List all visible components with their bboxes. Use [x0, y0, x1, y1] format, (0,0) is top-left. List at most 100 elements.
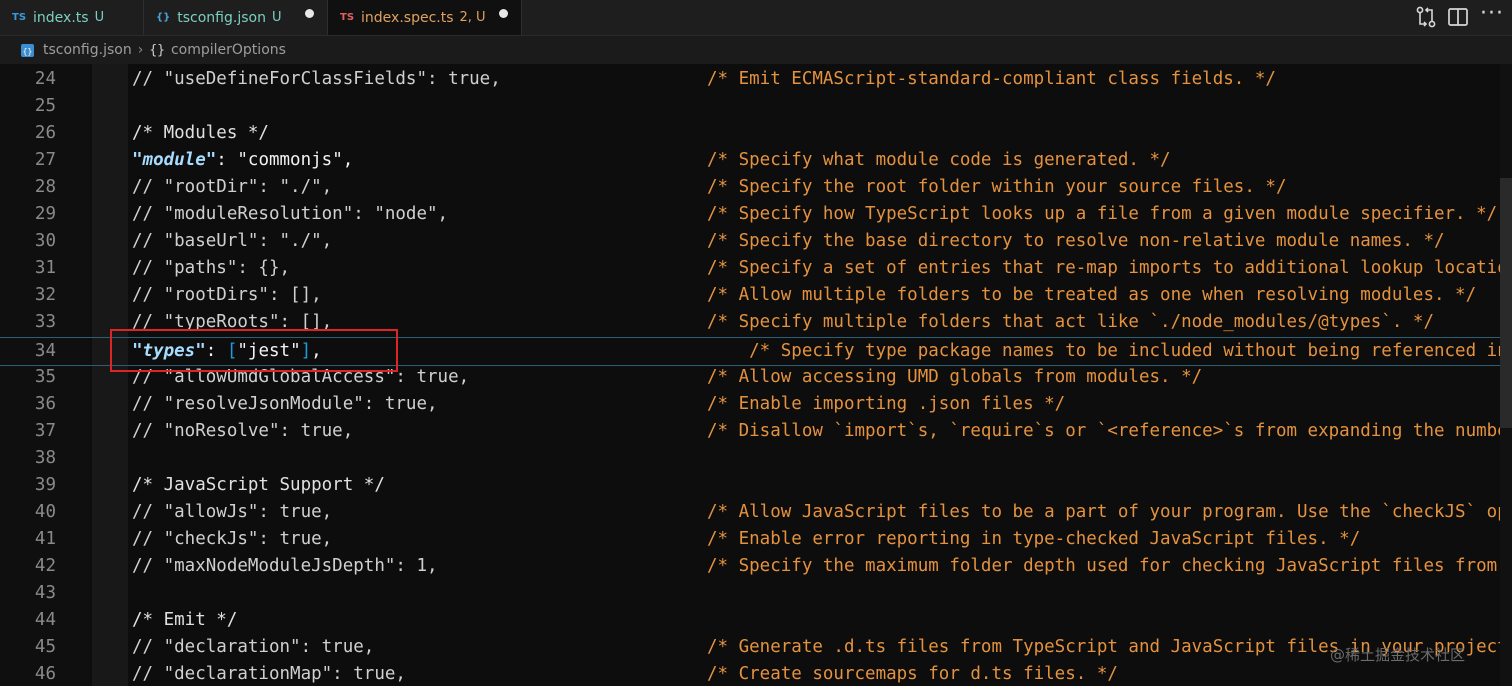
split-editor-icon[interactable] — [1445, 4, 1471, 30]
inline-comment: /* Allow JavaScript files to be a part o… — [707, 501, 1512, 522]
code-line[interactable]: 34 "types": ["jest"], /* Specify type pac… — [0, 336, 1512, 366]
code-line[interactable]: 25 — [0, 93, 1512, 120]
code-line[interactable]: 29 // "moduleResolution": "node", /* Speci… — [0, 201, 1512, 228]
code-line[interactable]: 45// "declaration": true,/* Generate .d.… — [0, 634, 1512, 661]
code-line[interactable]: 41 // "checkJs": true, /* Enable error rep… — [0, 526, 1512, 553]
line-number: 43 — [34, 582, 56, 603]
line-number: 26 — [34, 123, 56, 144]
tab-divider — [521, 0, 522, 35]
line-number: 38 — [34, 447, 56, 468]
tab-tsconfig-json[interactable]: {} tsconfig.json U — [144, 0, 327, 35]
tab-problem-status: 2, U — [459, 10, 486, 25]
tab-label: tsconfig.json — [177, 9, 266, 26]
inline-comment: /* Specify the base directory to resolve… — [707, 231, 1445, 252]
tab-label: index.ts — [33, 9, 89, 26]
line-number: 33 — [34, 312, 56, 333]
code-token: // "baseUrl": "./", — [132, 231, 333, 252]
code-line[interactable]: 38 — [0, 445, 1512, 472]
code-text: // "declaration": true, — [132, 634, 374, 661]
breadcrumb-file[interactable]: tsconfig.json — [43, 42, 132, 58]
scrollbar-thumb[interactable] — [1500, 178, 1512, 428]
code-line[interactable]: 31 // "paths": {}, /* Specify a set of ent… — [0, 255, 1512, 282]
code-line[interactable]: 43 — [0, 580, 1512, 607]
code-text: // "rootDir": "./", — [132, 174, 332, 201]
code-token: , — [311, 340, 322, 361]
code-token: // "rootDir": "./", — [132, 177, 333, 198]
code-token: // "useDefineForClassFields": true, — [132, 69, 501, 89]
inline-comment: /* Emit ECMAScript-standard-compliant cl… — [707, 69, 1276, 89]
code-line[interactable]: 44 /* Emit */ — [0, 607, 1512, 634]
inline-comment: /* Specify the root folder within your s… — [707, 177, 1287, 198]
line-number: 37 — [34, 420, 56, 441]
more-actions-icon[interactable]: ··· — [1480, 1, 1504, 26]
code-line[interactable]: 24 // "useDefineForClassFields": true, /* … — [0, 66, 1512, 93]
code-token: // "checkJs": true, — [132, 528, 333, 549]
code-text: // "allowUmdGlobalAccess": true, — [132, 364, 469, 391]
inline-comment: /* Enable error reporting in type-checke… — [707, 528, 1361, 549]
code-text: // "moduleResolution": "node", — [132, 201, 448, 228]
code-line[interactable]: 33 // "typeRoots": [], /* Specify multiple… — [0, 309, 1512, 336]
git-compare-icon[interactable] — [1413, 4, 1439, 30]
code-line[interactable]: 40 // "allowJs": true, /* Allow JavaScript… — [0, 499, 1512, 526]
code-line[interactable]: 27 "module": "commonjs", /* Specify what m… — [0, 147, 1512, 174]
inline-comment: /* Disallow `import`s, `require`s or `<r… — [707, 420, 1512, 441]
unsaved-dot-icon[interactable] — [499, 9, 508, 18]
inline-comment: /* Specify how TypeScript looks up a fil… — [707, 204, 1498, 225]
code-text: // "noResolve": true, — [132, 418, 353, 445]
code-text: /* Modules */ — [132, 120, 269, 147]
watermark: @稀土掘金技术社区 — [1330, 646, 1466, 664]
code-token: // "declaration": true, — [132, 637, 375, 658]
breadcrumb: {} tsconfig.json › {} compilerOptions — [0, 37, 1512, 63]
code-text: // "useDefineForClassFields": true, — [132, 66, 501, 93]
tab-git-status: U — [94, 10, 105, 25]
code-line[interactable]: 42 // "maxNodeModuleJsDepth": 1, /* Specif… — [0, 553, 1512, 580]
code-line[interactable]: 37 // "noResolve": true, /* Disallow `impo… — [0, 418, 1512, 445]
code-line[interactable]: 35 // "allowUmdGlobalAccess": true, /* All… — [0, 364, 1512, 391]
code-text: // "maxNodeModuleJsDepth": 1, — [132, 553, 438, 580]
inline-comment: /* Allow accessing UMD globals from modu… — [707, 366, 1203, 387]
line-number: 42 — [34, 555, 56, 576]
code-token: ] — [300, 340, 312, 361]
line-number: 25 — [34, 96, 56, 117]
code-line[interactable]: 36 // "resolveJsonModule": true, /* Enable… — [0, 391, 1512, 418]
code-text: // "declarationMap": true, — [132, 661, 406, 686]
code-editor[interactable]: 24 // "useDefineForClassFields": true, /* … — [0, 64, 1512, 686]
line-number: 41 — [34, 528, 56, 549]
code-text: /* Emit */ — [132, 607, 237, 634]
line-number: 34 — [34, 340, 56, 361]
vertical-scrollbar[interactable] — [1500, 64, 1512, 686]
code-token: /* JavaScript Support */ — [132, 474, 385, 495]
json-file-icon: {} — [156, 12, 171, 23]
code-token: /* Emit */ — [132, 610, 238, 630]
code-token: "module" — [132, 150, 217, 171]
code-text: // "typeRoots": [], — [132, 309, 332, 336]
line-number: 46 — [34, 664, 56, 685]
inline-comment: /* Specify multiple folders that act lik… — [707, 312, 1434, 333]
line-number: 28 — [34, 177, 56, 198]
code-line[interactable]: 46 // "declarationMap": true, /* Create so… — [0, 661, 1512, 686]
inline-comment: /* Specify what module code is generated… — [707, 150, 1171, 171]
code-line[interactable]: 39 /* JavaScript Support */ — [0, 472, 1512, 499]
inline-comment: /* Create sourcemaps for d.ts files. */ — [707, 664, 1118, 685]
tab-index-ts[interactable]: TS index.ts U — [0, 0, 143, 35]
code-token: "types" — [132, 340, 206, 361]
code-line[interactable]: 28 // "rootDir": "./", /* Specify the root… — [0, 174, 1512, 201]
typescript-file-icon: TS — [340, 12, 355, 23]
tab-index-spec-ts[interactable]: TS index.spec.ts 2, U — [328, 0, 521, 35]
line-number: 29 — [34, 204, 56, 225]
code-line[interactable]: 30 // "baseUrl": "./", /* Specify the base… — [0, 228, 1512, 255]
unsaved-dot-icon[interactable] — [305, 9, 314, 18]
code-text: // "checkJs": true, — [132, 526, 332, 553]
breadcrumb-separator: › — [137, 42, 144, 58]
breadcrumb-section[interactable]: compilerOptions — [171, 42, 286, 58]
code-line[interactable]: 26 /* Modules */ — [0, 120, 1512, 147]
code-text: "module": "commonjs", — [132, 147, 353, 174]
typescript-file-icon: TS — [12, 12, 27, 23]
code-line[interactable]: 32 // "rootDirs": [], /* Allow multiple fo… — [0, 282, 1512, 309]
code-token: // "maxNodeModuleJsDepth": 1, — [132, 555, 438, 576]
code-text: // "paths": {}, — [132, 255, 290, 282]
code-token: // "resolveJsonModule": true, — [132, 393, 438, 414]
object-symbol-icon: {} — [149, 42, 165, 58]
svg-text:{}: {} — [23, 47, 33, 56]
line-number: 36 — [34, 393, 56, 414]
